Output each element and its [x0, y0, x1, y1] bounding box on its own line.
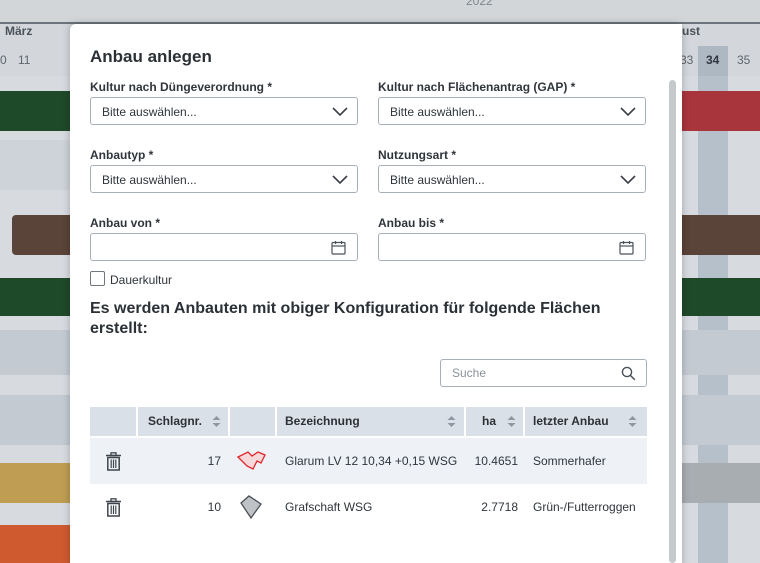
- crop-bar[interactable]: [0, 278, 70, 316]
- chevron-down-icon: [620, 175, 636, 185]
- sort-icon[interactable]: [212, 415, 221, 428]
- section-title: Es werden Anbauten mit obiger Konfigurat…: [90, 300, 601, 337]
- crop-bar[interactable]: [12, 215, 70, 255]
- timeline-row: [0, 395, 70, 445]
- search-icon[interactable]: [621, 366, 636, 381]
- field-shape-icon: [240, 495, 262, 520]
- dialog-title: Anbau anlegen: [90, 47, 212, 66]
- anbau-von-label: Anbau von *: [90, 216, 161, 230]
- column-label: Schlagnr.: [148, 414, 203, 428]
- week-label: 33: [680, 53, 694, 67]
- crop-bar[interactable]: [682, 278, 760, 316]
- column-header-actions: [90, 407, 138, 436]
- trash-icon[interactable]: [105, 452, 122, 471]
- crop-bar[interactable]: [682, 215, 760, 255]
- column-header-ha[interactable]: ha: [466, 407, 525, 436]
- timeline-header: 2022: [0, 0, 760, 24]
- cell-ha: 2.7718: [481, 500, 518, 514]
- chevron-down-icon: [620, 107, 636, 117]
- cell-schlagnr: 17: [207, 454, 221, 468]
- anbautyp-label: Anbautyp *: [90, 148, 154, 162]
- chevron-down-icon: [332, 175, 348, 185]
- trash-icon[interactable]: [105, 498, 122, 517]
- cell-bezeichnung: Glarum LV 12 10,34 +0,15 WSG: [285, 454, 458, 468]
- search-box: [440, 359, 647, 387]
- chevron-down-icon: [332, 107, 348, 117]
- crop-bar[interactable]: [682, 91, 760, 131]
- column-label: Bezeichnung: [285, 414, 360, 428]
- cell-ha: 10.4651: [474, 454, 518, 468]
- column-header-schlagnr[interactable]: Schlagnr.: [138, 407, 230, 436]
- year-label: 2022: [466, 0, 493, 8]
- create-crop-dialog: Anbau anlegen Kultur nach Düngeverordnun…: [70, 24, 682, 563]
- month-label-left: März: [5, 24, 33, 38]
- field-shape-icon: [236, 451, 266, 470]
- table-row[interactable]: 10 Grafschaft WSG 2.7718 Grün-/Futterrog…: [90, 484, 647, 530]
- timeline-row: [0, 140, 70, 190]
- kultur-dv-label: Kultur nach Düngeverordnung *: [90, 80, 273, 94]
- calendar-icon[interactable]: [331, 240, 346, 255]
- search-input[interactable]: [442, 361, 612, 385]
- current-week-label: 34: [706, 53, 720, 67]
- crop-bar[interactable]: [682, 463, 760, 503]
- sort-icon[interactable]: [507, 415, 516, 428]
- anbau-bis-label: Anbau bis *: [378, 216, 445, 230]
- column-label: ha: [482, 414, 497, 428]
- column-header-shape: [230, 407, 277, 436]
- kultur-dv-select[interactable]: Bitte auswählen...: [90, 97, 358, 125]
- crop-bar[interactable]: [0, 463, 70, 503]
- timeline-row: [682, 330, 760, 375]
- month-label-right: ust: [682, 24, 700, 38]
- nutzungsart-label: Nutzungsart *: [378, 148, 456, 162]
- crop-bar[interactable]: [0, 91, 70, 131]
- select-value: Bitte auswählen...: [390, 173, 485, 187]
- nutzungsart-select[interactable]: Bitte auswählen...: [378, 165, 646, 193]
- timeline-row: [682, 395, 760, 445]
- select-value: Bitte auswählen...: [102, 105, 197, 119]
- cell-letzter-anbau: Sommerhafer: [533, 454, 606, 468]
- anbautyp-select[interactable]: Bitte auswählen...: [90, 165, 358, 193]
- week-label: 35: [737, 53, 751, 67]
- column-header-bezeichnung[interactable]: Bezeichnung: [277, 407, 466, 436]
- kultur-gap-label: Kultur nach Flächenantrag (GAP) *: [378, 80, 576, 94]
- cell-letzter-anbau: Grün-/Futterroggen: [533, 500, 636, 514]
- sort-icon[interactable]: [628, 415, 637, 428]
- dauerkultur-checkbox[interactable]: [90, 271, 105, 286]
- cell-bezeichnung: Grafschaft WSG: [285, 500, 373, 514]
- anbau-bis-input[interactable]: [378, 233, 646, 261]
- table-row[interactable]: 17 Glarum LV 12 10,34 +0,15 WSG 10.4651 …: [90, 438, 647, 484]
- select-value: Bitte auswählen...: [390, 105, 485, 119]
- sort-icon[interactable]: [447, 415, 456, 428]
- calendar-icon[interactable]: [619, 240, 634, 255]
- crop-bar[interactable]: [0, 525, 70, 563]
- timeline-row: [0, 330, 70, 375]
- cell-schlagnr: 10: [207, 500, 221, 514]
- dauerkultur-label: Dauerkultur: [110, 273, 173, 287]
- week-label: 0: [0, 53, 7, 67]
- anbau-von-input[interactable]: [90, 233, 358, 261]
- dialog-scrollbar-thumb[interactable]: [669, 80, 676, 563]
- week-label: 11: [18, 53, 31, 67]
- kultur-gap-select[interactable]: Bitte auswählen...: [378, 97, 646, 125]
- table-header: Schlagnr. Bezeichnung ha letzter Anbau: [90, 407, 647, 436]
- column-header-letzter-anbau[interactable]: letzter Anbau: [525, 407, 647, 436]
- select-value: Bitte auswählen...: [102, 173, 197, 187]
- column-label: letzter Anbau: [533, 414, 609, 428]
